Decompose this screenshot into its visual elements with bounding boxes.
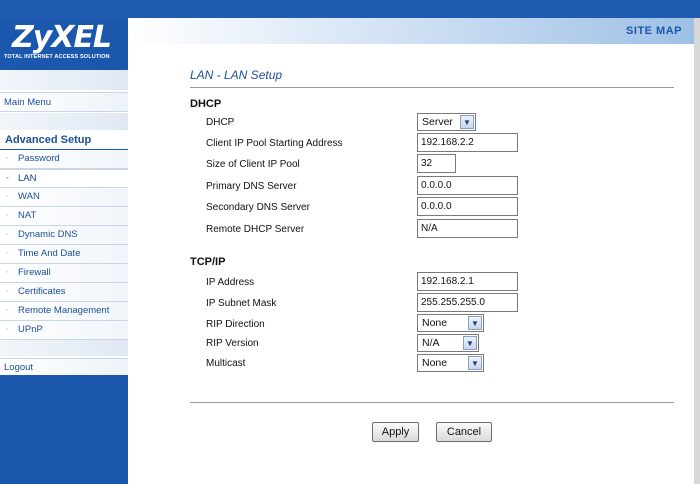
- pool-start-input[interactable]: 192.168.2.2: [417, 133, 518, 152]
- bullet-icon: ◦: [6, 288, 9, 295]
- sidebar-item-certificates[interactable]: ◦ Certificates: [0, 283, 128, 302]
- sidebar-item-label: NAT: [18, 210, 37, 221]
- multicast-value: None: [422, 357, 448, 369]
- dhcp-select-value: Server: [422, 116, 453, 128]
- multicast-label: Multicast: [206, 358, 246, 369]
- rip-version-select[interactable]: N/A ▼: [417, 334, 479, 352]
- sidebar-item-remote-management[interactable]: ◦ Remote Management: [0, 302, 128, 321]
- cancel-button[interactable]: Cancel: [436, 422, 492, 442]
- bullet-icon: ◦: [6, 193, 9, 200]
- header-banner: SITE MAP: [128, 18, 694, 44]
- bullet-icon: ◦: [6, 231, 9, 238]
- sidebar-item-password[interactable]: ◦ Password: [0, 150, 128, 169]
- primary-dns-input[interactable]: 0.0.0.0: [417, 176, 518, 195]
- sidebar-item-nat[interactable]: ◦ NAT: [0, 207, 128, 226]
- sidebar-footer: [0, 375, 128, 484]
- main-content: LAN - LAN Setup DHCP DHCP Server ▼ Clien…: [128, 44, 694, 484]
- primary-dns-label: Primary DNS Server: [206, 181, 297, 192]
- multicast-select[interactable]: None ▼: [417, 354, 484, 372]
- sidebar-item-lan[interactable]: ◦ LAN: [0, 169, 128, 188]
- title-divider: [190, 87, 674, 88]
- sidebar: Main Menu Advanced Setup ◦ Password ◦ LA…: [0, 70, 128, 484]
- sidebar-item-label: Dynamic DNS: [18, 229, 78, 240]
- zyxel-logo[interactable]: ZyXEL TOTAL INTERNET ACCESS SOLUTION: [0, 18, 128, 70]
- page-title: LAN - LAN Setup: [190, 68, 283, 82]
- bullet-icon: ◦: [6, 307, 9, 314]
- apply-button[interactable]: Apply: [372, 422, 419, 442]
- sidebar-spacer: [0, 340, 128, 356]
- dhcp-label: DHCP: [206, 117, 235, 128]
- sidebar-item-label: Remote Management: [18, 305, 110, 316]
- sidebar-item-label: Firewall: [18, 267, 51, 278]
- sidebar-logout[interactable]: Logout: [0, 358, 128, 376]
- logo-tagline: TOTAL INTERNET ACCESS SOLUTION: [4, 54, 110, 60]
- pool-start-label: Client IP Pool Starting Address: [206, 138, 343, 149]
- subnet-mask-input[interactable]: 255.255.255.0: [417, 293, 518, 312]
- sidebar-item-label: LAN: [18, 173, 37, 184]
- sidebar-item-upnp[interactable]: ◦ UPnP: [0, 321, 128, 340]
- logo-text: ZyXEL: [12, 20, 112, 55]
- ip-address-input[interactable]: 192.168.2.1: [417, 272, 518, 291]
- bullet-icon: ◦: [6, 326, 9, 333]
- form-divider: [190, 402, 674, 403]
- secondary-dns-input[interactable]: 0.0.0.0: [417, 197, 518, 216]
- rip-version-value: N/A: [422, 337, 440, 349]
- rip-direction-select[interactable]: None ▼: [417, 314, 484, 332]
- chevron-down-icon[interactable]: ▼: [468, 356, 482, 370]
- sidebar-item-label: Certificates: [18, 286, 66, 297]
- sidebar-item-firewall[interactable]: ◦ Firewall: [0, 264, 128, 283]
- bullet-icon: ◦: [6, 175, 9, 182]
- rip-direction-value: None: [422, 317, 448, 329]
- sidebar-item-label: Time And Date: [18, 248, 81, 259]
- sidebar-spacer: [0, 70, 128, 90]
- rip-version-label: RIP Version: [206, 338, 259, 349]
- page-edge: [694, 18, 700, 484]
- dhcp-select[interactable]: Server ▼: [417, 113, 476, 131]
- header-bar: [0, 0, 700, 18]
- dhcp-heading: DHCP: [190, 98, 222, 110]
- sidebar-spacer: [0, 113, 128, 130]
- pool-size-input[interactable]: 32: [417, 154, 456, 173]
- chevron-down-icon[interactable]: ▼: [460, 115, 474, 129]
- sidebar-item-label: WAN: [18, 191, 40, 202]
- sidebar-item-label: Password: [18, 153, 60, 164]
- sidebar-advanced-setup[interactable]: Advanced Setup: [0, 130, 128, 150]
- sidebar-item-label: UPnP: [18, 324, 43, 335]
- bullet-icon: ◦: [6, 212, 9, 219]
- secondary-dns-label: Secondary DNS Server: [206, 202, 310, 213]
- rip-direction-label: RIP Direction: [206, 319, 265, 330]
- chevron-down-icon[interactable]: ▼: [463, 336, 477, 350]
- site-map-link[interactable]: SITE MAP: [626, 25, 682, 37]
- sidebar-item-time-and-date[interactable]: ◦ Time And Date: [0, 245, 128, 264]
- bullet-icon: ◦: [6, 250, 9, 257]
- subnet-mask-label: IP Subnet Mask: [206, 298, 277, 309]
- remote-dhcp-input[interactable]: N/A: [417, 219, 518, 238]
- tcpip-heading: TCP/IP: [190, 256, 226, 268]
- sidebar-main-menu[interactable]: Main Menu: [0, 92, 128, 112]
- ip-address-label: IP Address: [206, 277, 255, 288]
- bullet-icon: ◦: [6, 269, 9, 276]
- bullet-icon: ◦: [6, 155, 9, 162]
- sidebar-item-dynamic-dns[interactable]: ◦ Dynamic DNS: [0, 226, 128, 245]
- pool-size-label: Size of Client IP Pool: [206, 159, 300, 170]
- sidebar-item-wan[interactable]: ◦ WAN: [0, 188, 128, 207]
- remote-dhcp-label: Remote DHCP Server: [206, 224, 305, 235]
- chevron-down-icon[interactable]: ▼: [468, 316, 482, 330]
